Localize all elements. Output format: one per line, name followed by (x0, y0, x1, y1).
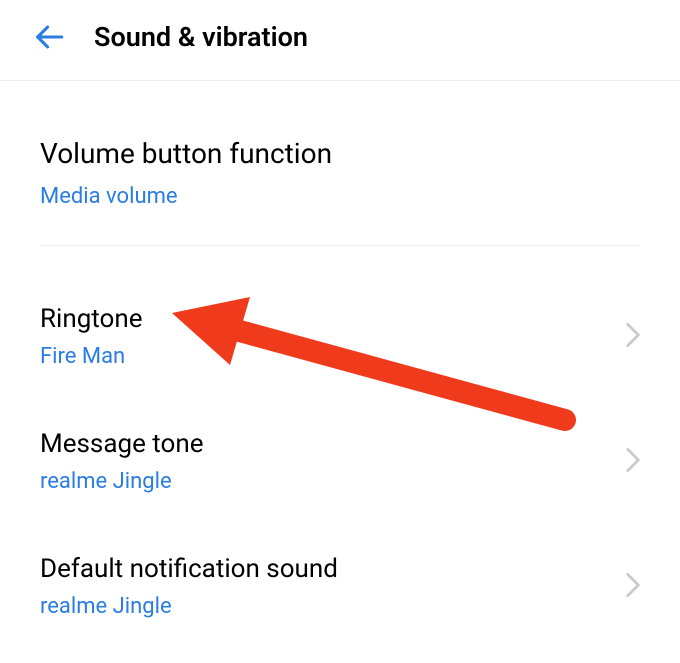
item-value: Media volume (40, 184, 640, 209)
arrow-left-icon (32, 20, 66, 54)
item-value: Fire Man (40, 344, 614, 369)
item-text: Volume button function Media volume (40, 137, 640, 209)
header-bar: Sound & vibration (0, 0, 680, 81)
item-text: Default notification sound realme Jingle (40, 554, 614, 619)
message-tone-item[interactable]: Message tone realme Jingle (40, 399, 640, 524)
content-area: Volume button function Media volume Ring… (0, 81, 680, 649)
ringtone-item[interactable]: Ringtone Fire Man (40, 246, 640, 399)
item-label: Message tone (40, 429, 614, 459)
item-value: realme Jingle (40, 469, 614, 494)
item-text: Message tone realme Jingle (40, 429, 614, 494)
item-label: Volume button function (40, 137, 640, 170)
item-value: realme Jingle (40, 594, 614, 619)
item-label: Default notification sound (40, 554, 614, 584)
chevron-right-icon (626, 448, 640, 476)
item-label: Ringtone (40, 304, 614, 334)
back-button[interactable] (30, 18, 68, 56)
volume-button-item[interactable]: Volume button function Media volume (40, 81, 640, 246)
chevron-right-icon (626, 573, 640, 601)
page-title: Sound & vibration (94, 21, 308, 53)
default-notification-item[interactable]: Default notification sound realme Jingle (40, 524, 640, 649)
chevron-right-icon (626, 323, 640, 351)
item-text: Ringtone Fire Man (40, 304, 614, 369)
